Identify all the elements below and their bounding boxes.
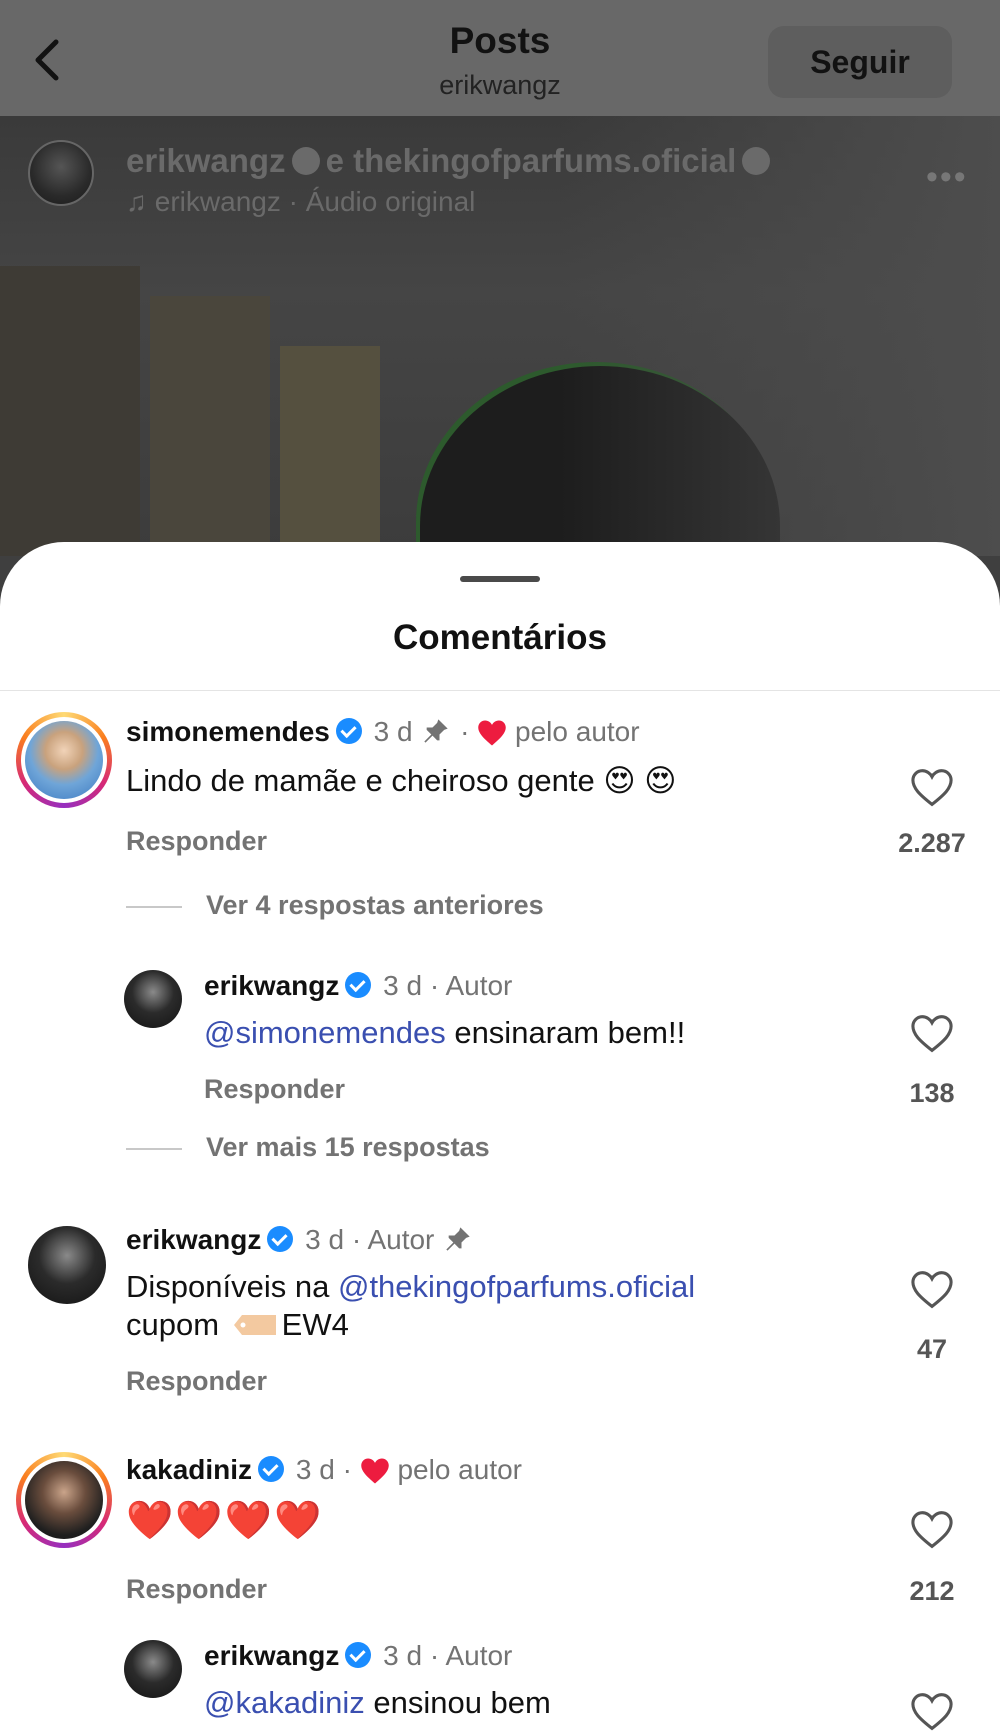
comment-text: Disponíveis na @thekingofparfums.oficial… bbox=[126, 1268, 695, 1344]
avatar[interactable] bbox=[28, 1226, 106, 1304]
follow-button[interactable]: Seguir bbox=[768, 26, 952, 98]
music-note-icon: ♫ bbox=[126, 186, 147, 217]
background-shelf bbox=[280, 346, 380, 556]
mention-link[interactable]: @kakadiniz bbox=[204, 1685, 365, 1720]
post-author-avatar[interactable] bbox=[28, 140, 94, 206]
audio-user: erikwangz bbox=[154, 186, 281, 217]
liked-by-author: pelo autor bbox=[515, 716, 640, 747]
separator: · bbox=[460, 716, 470, 747]
verified-badge-icon bbox=[258, 1456, 285, 1482]
story-ring[interactable] bbox=[16, 1452, 112, 1548]
like-count: 47 bbox=[916, 1334, 948, 1364]
background-shelf bbox=[150, 296, 270, 556]
more-icon[interactable]: ••• bbox=[926, 158, 968, 197]
comment-meta: erikwangz 3 d · Autor bbox=[204, 1640, 512, 1672]
comment-time: 3 d bbox=[383, 1640, 423, 1671]
comments-sheet: Comentários simonemendes 3 d · pelo auto… bbox=[0, 542, 1000, 1731]
comment-body: ensinaram bem!! bbox=[454, 1015, 686, 1050]
like-count: 138 bbox=[909, 1078, 955, 1108]
view-replies-button[interactable]: Ver 4 respostas anteriores bbox=[206, 890, 544, 921]
verified-badge-icon bbox=[267, 1226, 294, 1252]
like-count: 2.287 bbox=[898, 828, 966, 858]
sheet-title: Comentários bbox=[393, 618, 607, 657]
like-heart-icon[interactable] bbox=[910, 1014, 954, 1054]
divider bbox=[0, 690, 1000, 691]
like-heart-icon[interactable] bbox=[910, 1270, 954, 1310]
comment-time: 3 d bbox=[295, 1454, 335, 1485]
mention-link[interactable]: @thekingofparfums.oficial bbox=[338, 1269, 695, 1304]
verified-badge-icon bbox=[345, 1642, 372, 1668]
comment-body: ensinou bem bbox=[373, 1685, 551, 1720]
coupon-code: EW4 bbox=[281, 1307, 349, 1342]
comment-time: 3 d bbox=[305, 1224, 345, 1255]
comment-text: ❤️❤️❤️❤️ bbox=[126, 1502, 323, 1542]
verified-badge-icon bbox=[742, 147, 771, 175]
comment-username[interactable]: erikwangz bbox=[204, 1640, 339, 1671]
comment-text: @kakadiniz ensinou bem bbox=[204, 1684, 551, 1722]
comment-time: 3 d bbox=[383, 970, 423, 1001]
post-collab-name[interactable]: thekingofparfums.oficial bbox=[353, 142, 736, 179]
sheet-grabber[interactable] bbox=[460, 576, 540, 582]
like-heart-icon[interactable] bbox=[910, 1692, 954, 1731]
author-label: · Autor bbox=[429, 1640, 513, 1671]
pin-icon bbox=[424, 719, 449, 743]
avatar[interactable] bbox=[25, 1461, 103, 1539]
comment-text: Lindo de mamãe e cheiroso gente 😍 😍 bbox=[126, 763, 677, 798]
reply-button[interactable]: Responder bbox=[126, 826, 267, 857]
avatar[interactable] bbox=[124, 1640, 182, 1698]
avatar[interactable] bbox=[124, 970, 182, 1028]
like-heart-icon[interactable] bbox=[910, 1510, 954, 1550]
comment-meta: erikwangz 3 d · Autor bbox=[204, 970, 512, 1002]
mention-link[interactable]: @simonemendes bbox=[204, 1015, 446, 1050]
comment-username[interactable]: simonemendes bbox=[126, 716, 330, 747]
story-ring[interactable] bbox=[16, 712, 112, 808]
comment-username[interactable]: erikwangz bbox=[204, 970, 339, 1001]
comment-time: 3 d bbox=[373, 716, 413, 747]
liked-by-author: pelo autor bbox=[397, 1454, 522, 1485]
top-bar: Posts erikwangz Seguir bbox=[0, 0, 1000, 116]
reply-button[interactable]: Responder bbox=[204, 1074, 345, 1105]
avatar[interactable] bbox=[25, 721, 103, 799]
comment-body: ❤️❤️❤️❤️ bbox=[126, 1500, 324, 1542]
verified-badge-icon bbox=[291, 147, 320, 175]
like-count: 212 bbox=[909, 1576, 955, 1606]
view-replies-button[interactable]: Ver mais 15 respostas bbox=[206, 1132, 490, 1163]
separator: · bbox=[342, 1454, 352, 1485]
comment-body: cupom bbox=[126, 1307, 220, 1342]
divider bbox=[126, 906, 182, 908]
background-shelf bbox=[0, 266, 140, 556]
author-label: · Autor bbox=[351, 1224, 435, 1255]
comment-meta: simonemendes 3 d · pelo autor bbox=[126, 716, 640, 748]
heart-icon bbox=[360, 1458, 389, 1484]
heart-icon bbox=[478, 720, 506, 746]
comment-body: Disponíveis na bbox=[126, 1269, 330, 1304]
verified-badge-icon bbox=[345, 972, 372, 998]
reply-button[interactable]: Responder bbox=[126, 1366, 267, 1397]
like-heart-icon[interactable] bbox=[910, 768, 954, 808]
audio-label: · Áudio original bbox=[288, 186, 476, 217]
tag-icon bbox=[233, 1315, 276, 1335]
divider bbox=[126, 1148, 182, 1150]
comment-text: @simonemendes ensinaram bem!! bbox=[204, 1014, 685, 1052]
reply-button[interactable]: Responder bbox=[126, 1574, 267, 1605]
post-authors[interactable]: erikwangz e thekingofparfums.oficial bbox=[126, 142, 776, 180]
comment-meta: erikwangz 3 d · Autor bbox=[126, 1224, 474, 1256]
post-connector: e bbox=[325, 142, 344, 179]
comment-username[interactable]: kakadiniz bbox=[126, 1454, 252, 1485]
post-author-name[interactable]: erikwangz bbox=[126, 142, 286, 179]
pin-icon bbox=[446, 1227, 470, 1251]
comment-meta: kakadiniz 3 d · pelo autor bbox=[126, 1454, 522, 1486]
post-audio[interactable]: ♫ erikwangz · Áudio original bbox=[126, 186, 475, 218]
video-player[interactable] bbox=[0, 116, 1000, 556]
verified-badge-icon bbox=[335, 718, 362, 744]
comment-username[interactable]: erikwangz bbox=[126, 1224, 261, 1255]
author-label: · Autor bbox=[429, 970, 513, 1001]
